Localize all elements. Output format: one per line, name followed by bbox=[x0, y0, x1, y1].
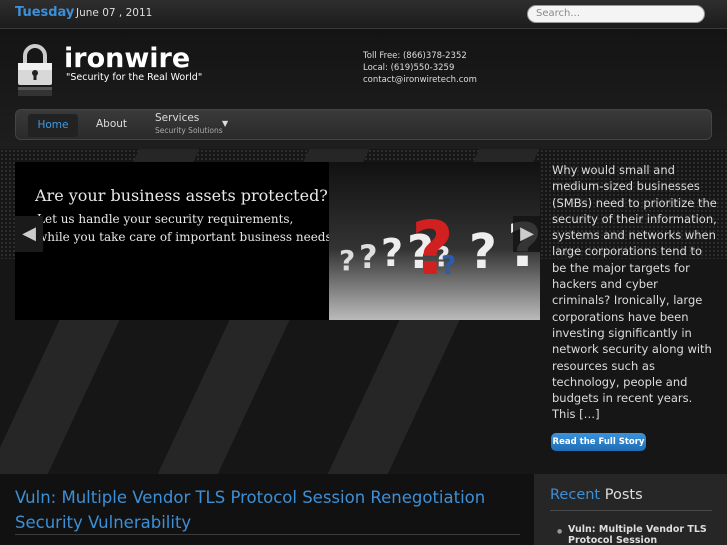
day-label: Tuesday bbox=[15, 5, 75, 20]
top-bar: Tuesday June 07 , 2011 Search... bbox=[0, 0, 727, 29]
toll-free-number: Toll Free: (866)378-2352 bbox=[363, 51, 467, 61]
slide-line-1: Let us handle your security requirements… bbox=[37, 212, 294, 226]
svg-text:?: ? bbox=[359, 238, 378, 276]
slide-text: Let us handle your security requirements… bbox=[37, 210, 332, 246]
svg-text:?: ? bbox=[339, 244, 355, 277]
image-slider[interactable]: Are your business assets protected? Let … bbox=[15, 162, 540, 320]
logo[interactable]: ironwire bbox=[64, 43, 190, 74]
read-full-story-button[interactable]: Read the Full Story bbox=[551, 433, 646, 451]
main-nav: Home About Services Security Solutions ▼ bbox=[15, 109, 712, 140]
search-input[interactable]: Search... bbox=[527, 5, 705, 23]
post-title-link[interactable]: Vuln: Multiple Vendor TLS Protocol Sessi… bbox=[15, 485, 515, 535]
tagline: "Security for the Real World" bbox=[66, 72, 203, 83]
contact-info: Toll Free: (866)378-2352 Local: (619)550… bbox=[363, 50, 477, 86]
slider-next-arrow-icon[interactable]: ▶ bbox=[513, 216, 541, 252]
slide-heading: Are your business assets protected? bbox=[35, 186, 328, 205]
padlock-icon bbox=[18, 44, 52, 96]
site-header: ironwire "Security for the Real World" T… bbox=[0, 29, 727, 149]
nav-services-subtitle: Security Solutions bbox=[155, 126, 223, 135]
divider bbox=[550, 510, 712, 511]
hero-section: Are your business assets protected? Let … bbox=[0, 149, 727, 474]
date-label: June 07 , 2011 bbox=[76, 7, 153, 19]
local-number: Local: (619)550-3259 bbox=[363, 63, 455, 73]
slider-prev-arrow-icon[interactable]: ◀ bbox=[15, 216, 43, 252]
svg-text:?: ? bbox=[411, 206, 454, 292]
nav-home[interactable]: Home bbox=[28, 114, 78, 137]
divider bbox=[15, 534, 520, 535]
nav-about[interactable]: About bbox=[96, 118, 127, 130]
svg-text:?: ? bbox=[469, 224, 497, 280]
featured-story-text: Why would small and medium-sized busines… bbox=[552, 163, 717, 422]
nav-services[interactable]: Services bbox=[155, 112, 199, 124]
recent-word: Recent bbox=[550, 487, 601, 503]
recent-posts-heading: Recent Posts bbox=[550, 487, 643, 503]
bullet-icon: ● bbox=[557, 528, 563, 535]
question-marks-image: ? ? ? ? ? ? ? ? ? bbox=[329, 162, 540, 320]
posts-word: Posts bbox=[604, 487, 643, 503]
slide-line-2: while you take care of important busines… bbox=[37, 230, 332, 244]
contact-email[interactable]: contact@ironwiretech.com bbox=[363, 74, 477, 86]
svg-text:?: ? bbox=[381, 231, 403, 275]
recent-post-link[interactable]: Vuln: Multiple Vendor TLS Protocol Sessi… bbox=[568, 524, 708, 545]
chevron-down-icon[interactable]: ▼ bbox=[222, 119, 228, 128]
